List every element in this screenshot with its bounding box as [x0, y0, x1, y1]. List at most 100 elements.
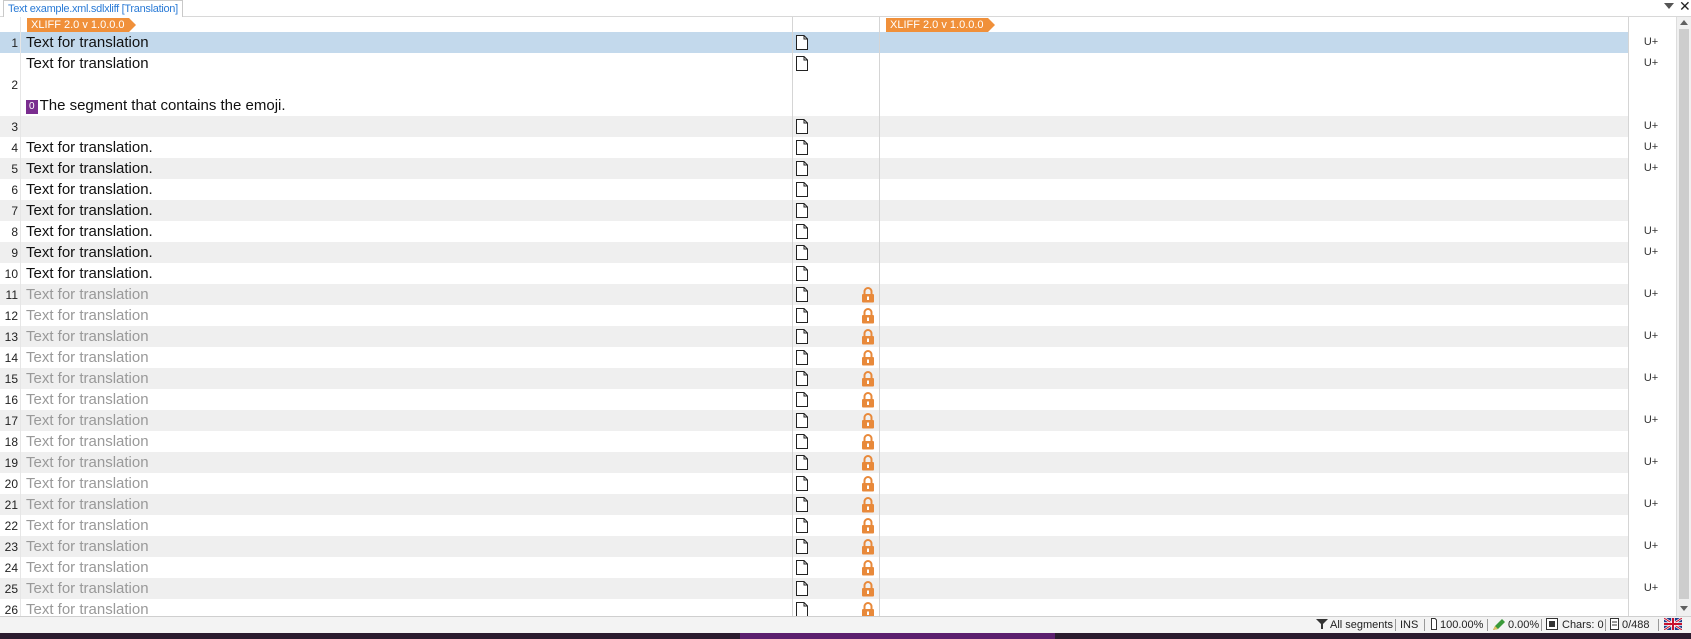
- segment-row[interactable]: 2 Text for translation U+ 0 The segment that…: [0, 53, 1658, 116]
- segment-row[interactable]: 13 Text for translation U+: [0, 326, 1658, 347]
- tab-list-dropdown-icon[interactable]: [1664, 3, 1674, 9]
- segment-row[interactable]: 10 Text for translation.: [0, 263, 1628, 284]
- segment-row[interactable]: 16 Text for translation: [0, 389, 1628, 410]
- source-text-line[interactable]: 0 The segment that contains the emoji.: [26, 95, 286, 116]
- source-text[interactable]: Text for translation.: [26, 158, 153, 179]
- lock-icon[interactable]: [861, 287, 875, 303]
- vertical-scrollbar[interactable]: [1676, 17, 1691, 616]
- source-text[interactable]: Text for translation: [26, 578, 149, 599]
- source-text[interactable]: Text for translation: [26, 305, 149, 326]
- insert-mode-indicator[interactable]: INS: [1400, 618, 1418, 633]
- source-text[interactable]: Text for translation: [26, 599, 149, 616]
- segment-row[interactable]: 24 Text for translation: [0, 557, 1628, 578]
- source-text[interactable]: Text for translation: [26, 32, 149, 53]
- document-status-icon[interactable]: [796, 329, 808, 344]
- lock-icon[interactable]: [861, 308, 875, 324]
- document-status-icon[interactable]: [796, 308, 808, 323]
- source-text[interactable]: Text for translation.: [26, 242, 153, 263]
- document-status-icon[interactable]: [796, 497, 808, 512]
- segment-row[interactable]: 3 U+: [0, 116, 1658, 137]
- document-status-icon[interactable]: [796, 182, 808, 197]
- segment-row[interactable]: 19 Text for translation U+: [0, 452, 1658, 473]
- document-status-icon[interactable]: [796, 560, 808, 575]
- source-text[interactable]: Text for translation: [26, 326, 149, 347]
- target-column-divider[interactable]: [1628, 17, 1629, 616]
- lock-icon[interactable]: [861, 434, 875, 450]
- document-status-icon[interactable]: [796, 287, 808, 302]
- lock-icon[interactable]: [861, 539, 875, 555]
- source-text[interactable]: Text for translation: [26, 473, 149, 494]
- segment-row[interactable]: 20 Text for translation: [0, 473, 1628, 494]
- close-icon[interactable]: ✕: [1679, 0, 1691, 13]
- document-status-icon[interactable]: [796, 518, 808, 533]
- inline-tag-badge[interactable]: 0: [26, 100, 38, 114]
- lock-icon[interactable]: [861, 581, 875, 597]
- lock-icon[interactable]: [861, 560, 875, 576]
- scroll-up-arrow-icon[interactable]: [1680, 20, 1688, 25]
- segment-row[interactable]: 21 Text for translation U+: [0, 494, 1658, 515]
- segment-row[interactable]: 1 Text for translation U+: [0, 32, 1658, 53]
- segment-row[interactable]: 18 Text for translation: [0, 431, 1628, 452]
- segment-row[interactable]: 12 Text for translation: [0, 305, 1628, 326]
- uk-flag-language-icon[interactable]: [1663, 617, 1683, 633]
- source-text[interactable]: Text for translation.: [26, 179, 153, 200]
- source-text[interactable]: Text for translation: [26, 431, 149, 452]
- lock-icon[interactable]: [861, 371, 875, 387]
- segment-row[interactable]: 11 Text for translation U+: [0, 284, 1658, 305]
- status-column-divider[interactable]: [879, 17, 880, 616]
- source-column-divider[interactable]: [792, 17, 793, 616]
- document-status-icon[interactable]: [796, 161, 808, 176]
- segment-grid[interactable]: 1 Text for translation U+ 2 Text for transla…: [0, 32, 1676, 616]
- segment-row[interactable]: 6 Text for translation.: [0, 179, 1628, 200]
- source-text[interactable]: Text for translation.: [26, 137, 153, 158]
- document-status-icon[interactable]: [796, 56, 808, 71]
- source-text[interactable]: Text for translation: [26, 515, 149, 536]
- source-text[interactable]: Text for translation.: [26, 200, 153, 221]
- lock-icon[interactable]: [861, 518, 875, 534]
- source-text[interactable]: Text for translation: [26, 347, 149, 368]
- segment-row[interactable]: 15 Text for translation U+: [0, 368, 1658, 389]
- source-text[interactable]: Text for translation: [26, 389, 149, 410]
- document-status-icon[interactable]: [796, 413, 808, 428]
- document-status-icon[interactable]: [796, 140, 808, 155]
- document-status-icon[interactable]: [796, 203, 808, 218]
- lock-icon[interactable]: [861, 392, 875, 408]
- scroll-down-arrow-icon[interactable]: [1680, 606, 1688, 611]
- source-text[interactable]: Text for translation: [26, 557, 149, 578]
- source-text[interactable]: Text for translation: [26, 410, 149, 431]
- lock-icon[interactable]: [861, 602, 875, 616]
- document-tab[interactable]: Text example.xml.sdlxliff [Translation]: [3, 0, 183, 17]
- document-status-icon[interactable]: [796, 35, 808, 50]
- document-status-icon[interactable]: [796, 455, 808, 470]
- source-text[interactable]: Text for translation.: [26, 221, 153, 242]
- segment-row[interactable]: 23 Text for translation U+: [0, 536, 1658, 557]
- lock-icon[interactable]: [861, 476, 875, 492]
- segment-row[interactable]: 22 Text for translation: [0, 515, 1628, 536]
- source-text[interactable]: Text for translation: [26, 368, 149, 389]
- document-status-icon[interactable]: [796, 539, 808, 554]
- source-text[interactable]: Text for translation: [26, 284, 149, 305]
- document-status-icon[interactable]: [796, 119, 808, 134]
- lock-icon[interactable]: [861, 350, 875, 366]
- document-status-icon[interactable]: [796, 392, 808, 407]
- segment-row[interactable]: 4 Text for translation. U+: [0, 137, 1658, 158]
- document-status-icon[interactable]: [796, 581, 808, 596]
- document-status-icon[interactable]: [796, 602, 808, 616]
- source-text-line[interactable]: Text for translation: [26, 53, 149, 74]
- lock-icon[interactable]: [861, 497, 875, 513]
- segment-row[interactable]: 7 Text for translation.: [0, 200, 1628, 221]
- segment-row[interactable]: 17 Text for translation U+: [0, 410, 1658, 431]
- lock-icon[interactable]: [861, 455, 875, 471]
- segment-row[interactable]: 9 Text for translation. U+: [0, 242, 1658, 263]
- source-text[interactable]: Text for translation.: [26, 263, 153, 284]
- source-text[interactable]: Text for translation: [26, 536, 149, 557]
- document-status-icon[interactable]: [796, 245, 808, 260]
- document-status-icon[interactable]: [796, 224, 808, 239]
- source-text[interactable]: Text for translation: [26, 452, 149, 473]
- document-status-icon[interactable]: [796, 476, 808, 491]
- segment-row[interactable]: 25 Text for translation U+: [0, 578, 1658, 599]
- source-text[interactable]: Text for translation: [26, 494, 149, 515]
- document-status-icon[interactable]: [796, 350, 808, 365]
- filter-icon[interactable]: [1316, 618, 1328, 633]
- segment-row[interactable]: 14 Text for translation: [0, 347, 1628, 368]
